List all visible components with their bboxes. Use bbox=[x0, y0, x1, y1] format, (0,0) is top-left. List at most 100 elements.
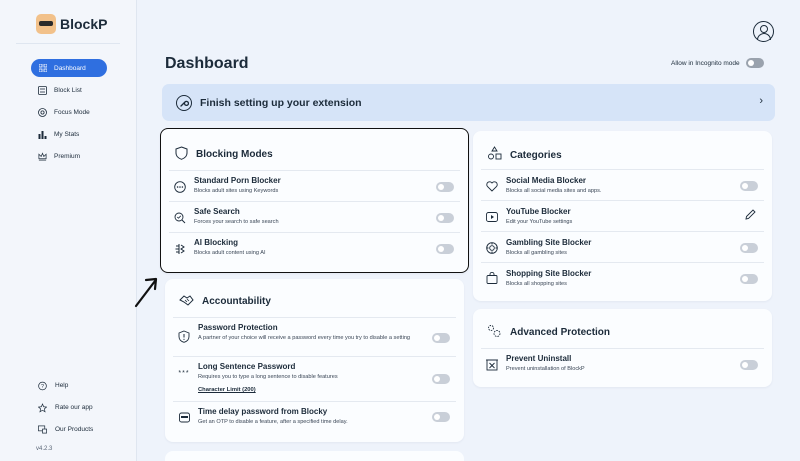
item-title: Shopping Site Blocker bbox=[506, 269, 592, 278]
item-desc: Forces your search to safe search bbox=[194, 219, 279, 225]
blocking-modes-card: Blocking Modes Standard Porn Blocker Blo… bbox=[160, 128, 469, 273]
blockp-logo-icon bbox=[36, 14, 56, 34]
shopping-bag-icon bbox=[485, 271, 499, 285]
item-title: Standard Porn Blocker bbox=[194, 176, 281, 185]
shapes-icon bbox=[487, 146, 502, 164]
sidebar-item-products[interactable]: Our Products bbox=[38, 422, 93, 437]
profile-icon[interactable] bbox=[753, 21, 774, 42]
sidebar-item-rate[interactable]: Rate our app bbox=[38, 400, 93, 415]
sidebar-item-label: Premium bbox=[54, 152, 81, 160]
sidebar-item-label: Rate our app bbox=[55, 404, 93, 411]
finish-setup-label: Finish setting up your extension bbox=[200, 96, 362, 109]
accountability-card: Accountability Password Protection A par… bbox=[165, 279, 464, 442]
gears-icon bbox=[487, 324, 502, 341]
sidebar-item-my-stats[interactable]: My Stats bbox=[31, 125, 107, 143]
sidebar-item-label: My Stats bbox=[54, 130, 80, 138]
item-title: Safe Search bbox=[194, 207, 240, 216]
accountability-header: Accountability bbox=[179, 293, 271, 310]
app-name: BlockP bbox=[60, 16, 108, 32]
item-title: Password Protection bbox=[198, 323, 278, 332]
play-icon bbox=[485, 210, 499, 224]
next-card-edge bbox=[165, 451, 464, 461]
annotation-arrow-icon bbox=[134, 277, 158, 308]
handshake-icon bbox=[179, 293, 194, 310]
item-desc: Blocks all gambling sites bbox=[506, 250, 567, 256]
sidebar-item-label: Help bbox=[55, 382, 69, 389]
list-icon bbox=[38, 85, 47, 95]
sidebar-item-premium[interactable]: Premium bbox=[31, 147, 107, 165]
time-delay-password-toggle[interactable] bbox=[432, 412, 450, 422]
card-title: Advanced Protection bbox=[510, 327, 611, 338]
standard-porn-blocker-toggle[interactable] bbox=[436, 182, 454, 192]
ai-blocking-toggle[interactable] bbox=[436, 244, 454, 254]
shield-icon bbox=[175, 146, 188, 163]
sidebar-item-label: Our Products bbox=[55, 426, 94, 433]
page-title: Dashboard bbox=[165, 55, 249, 72]
item-title: Long Sentence Password bbox=[198, 362, 296, 371]
products-icon bbox=[38, 425, 47, 434]
finish-setup-banner[interactable]: Finish setting up your extension › bbox=[162, 84, 775, 121]
grid-icon bbox=[38, 64, 47, 73]
password-protection-toggle[interactable] bbox=[432, 333, 450, 343]
item-title: Time delay password from Blocky bbox=[198, 407, 328, 416]
shopping-site-blocker-toggle[interactable] bbox=[740, 274, 758, 284]
list-item: Safe Search Forces your search to safe s… bbox=[169, 201, 460, 232]
card-title: Accountability bbox=[202, 296, 271, 307]
list-item: Shopping Site Blocker Blocks all shoppin… bbox=[481, 262, 764, 293]
item-title: AI Blocking bbox=[194, 238, 239, 247]
uninstall-box-icon bbox=[485, 357, 499, 371]
list-item: Social Media Blocker Blocks all social m… bbox=[481, 169, 764, 200]
item-title: YouTube Blocker bbox=[506, 207, 571, 216]
gambling-chip-icon bbox=[485, 241, 499, 255]
item-desc: Edit your YouTube settings bbox=[506, 219, 573, 225]
heart-icon bbox=[485, 179, 499, 193]
crown-icon bbox=[38, 151, 47, 161]
list-item: Prevent Uninstall Prevent uninstallation… bbox=[481, 348, 764, 379]
sidebar-bottom-nav: ? Help Rate our app Our Products bbox=[38, 378, 93, 444]
incognito-setting: Allow in Incognito mode bbox=[671, 58, 764, 68]
target-icon bbox=[38, 107, 47, 117]
character-limit-link[interactable]: Character Limit (200) bbox=[198, 387, 256, 393]
long-sentence-password-toggle[interactable] bbox=[432, 374, 450, 384]
item-desc: Requires you to type a long sentence to … bbox=[198, 374, 338, 380]
chevron-right-icon: › bbox=[759, 95, 763, 107]
star-icon bbox=[38, 402, 47, 413]
item-desc: Prevent uninstallation of BlockP bbox=[506, 366, 585, 372]
sidebar-item-dashboard[interactable]: Dashboard bbox=[31, 59, 107, 77]
list-item: Standard Porn Blocker Blocks adult sites… bbox=[169, 170, 460, 201]
sidebar-item-focus-mode[interactable]: Focus Mode bbox=[31, 103, 107, 121]
item-desc: Blocks adult sites using Keywords bbox=[194, 188, 279, 194]
divider bbox=[16, 43, 120, 44]
wrench-icon bbox=[176, 94, 192, 111]
bar-chart-icon bbox=[38, 130, 47, 139]
shield-alert-icon bbox=[177, 329, 191, 343]
sidebar-item-label: Block List bbox=[54, 86, 82, 94]
edit-pencil-icon[interactable] bbox=[745, 209, 756, 223]
sidebar-item-block-list[interactable]: Block List bbox=[31, 81, 107, 99]
search-check-icon bbox=[173, 211, 187, 225]
list-item: Time delay password from Blocky Get an O… bbox=[173, 401, 456, 435]
social-media-blocker-toggle[interactable] bbox=[740, 181, 758, 191]
blocky-mascot-icon bbox=[177, 410, 191, 424]
svg-text:?: ? bbox=[41, 383, 44, 389]
list-item: YouTube Blocker Edit your YouTube settin… bbox=[481, 200, 764, 231]
item-desc: A partner of your choice will receive a … bbox=[198, 335, 411, 341]
sidebar-item-label: Focus Mode bbox=[54, 108, 90, 116]
card-title: Blocking Modes bbox=[196, 149, 273, 160]
incognito-label: Allow in Incognito mode bbox=[671, 59, 740, 67]
version-label: v4.2.3 bbox=[36, 446, 53, 452]
sidebar-nav: Dashboard Block List Focus Mode My Stats… bbox=[31, 59, 107, 169]
list-item: Password Protection A partner of your ch… bbox=[173, 317, 456, 356]
advanced-protection-card: Advanced Protection Prevent Uninstall Pr… bbox=[473, 309, 772, 387]
sidebar-item-help[interactable]: ? Help bbox=[38, 378, 93, 393]
item-title: Gambling Site Blocker bbox=[506, 238, 592, 247]
list-item: *** Long Sentence Password Requires you … bbox=[173, 356, 456, 401]
prevent-uninstall-toggle[interactable] bbox=[740, 360, 758, 370]
safe-search-toggle[interactable] bbox=[436, 213, 454, 223]
incognito-toggle[interactable] bbox=[745, 58, 764, 68]
gambling-site-blocker-toggle[interactable] bbox=[740, 243, 758, 253]
ai-brain-icon bbox=[173, 242, 187, 256]
card-title: Categories bbox=[510, 149, 562, 161]
item-title: Prevent Uninstall bbox=[506, 354, 572, 363]
item-desc: Blocks all social media sites and apps. bbox=[506, 188, 602, 194]
